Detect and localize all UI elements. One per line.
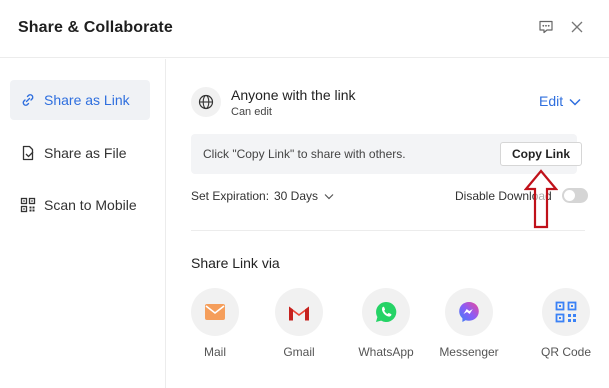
access-permission: Can edit [231, 106, 272, 118]
sidebar-item-label: Share as Link [44, 92, 130, 108]
share-qr-code-button[interactable]: QR Code [532, 288, 600, 359]
link-icon [20, 92, 36, 108]
disable-download-toggle[interactable] [562, 188, 588, 203]
toggle-knob [564, 190, 575, 201]
sidebar-item-label: Share as File [44, 145, 127, 161]
globe-icon [191, 87, 221, 117]
close-icon[interactable] [567, 17, 587, 37]
divider [191, 230, 585, 231]
sidebar-item-scan-to-mobile[interactable]: Scan to Mobile [10, 185, 150, 225]
edit-permission-dropdown[interactable]: Edit [539, 93, 581, 109]
whatsapp-icon [362, 288, 410, 336]
expiration-value: 30 Days [274, 189, 319, 203]
file-icon [20, 145, 36, 161]
share-gmail-button[interactable]: Gmail [265, 288, 333, 359]
messenger-icon [445, 288, 493, 336]
qr-code-icon [542, 288, 590, 336]
access-title: Anyone with the link [231, 87, 356, 103]
expiration-select[interactable]: 30 Days [274, 189, 334, 203]
feedback-icon[interactable] [536, 17, 556, 37]
app-label: QR Code [540, 345, 592, 359]
copy-link-button[interactable]: Copy Link [500, 142, 582, 166]
chevron-down-icon [569, 93, 581, 109]
share-mail-button[interactable]: Mail [181, 288, 249, 359]
share-whatsapp-button[interactable]: WhatsApp [352, 288, 420, 359]
copy-link-hint: Click "Copy Link" to share with others. [203, 147, 406, 161]
sidebar-item-label: Scan to Mobile [44, 197, 137, 213]
share-dialog: Share & Collaborate Share as Link Share … [0, 0, 609, 388]
sidebar-item-share-as-file[interactable]: Share as File [10, 133, 150, 173]
app-label: WhatsApp [358, 345, 414, 359]
edit-label: Edit [539, 93, 564, 109]
sidebar-item-share-as-link[interactable]: Share as Link [10, 80, 150, 120]
annotation-arrow-icon [524, 169, 558, 229]
qr-icon [20, 197, 36, 213]
share-via-title: Share Link via [191, 255, 280, 271]
gmail-icon [275, 288, 323, 336]
share-messenger-button[interactable]: Messenger [435, 288, 503, 359]
expiration-label: Set Expiration: [191, 189, 270, 203]
app-label: Messenger [439, 345, 499, 359]
dialog-title: Share & Collaborate [18, 19, 173, 36]
sidebar: Share as Link Share as File Scan to Mobi… [0, 59, 166, 388]
chevron-down-icon [324, 189, 334, 203]
copy-link-bar: Click "Copy Link" to share with others. … [191, 134, 582, 174]
app-label: Gmail [283, 345, 315, 359]
mail-icon [191, 288, 239, 336]
app-label: Mail [203, 345, 226, 359]
dialog-header: Share & Collaborate [0, 0, 609, 58]
